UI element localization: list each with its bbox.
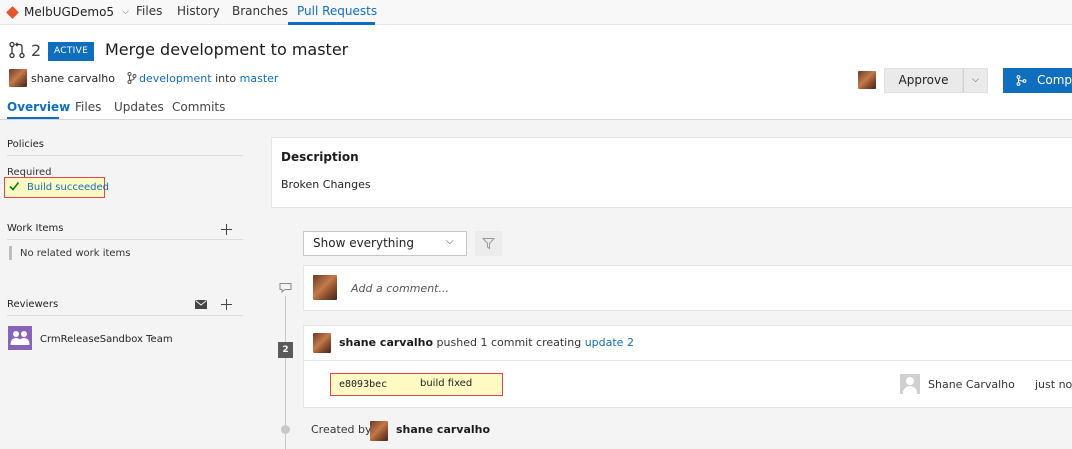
check-icon <box>9 182 19 191</box>
divider <box>7 315 243 316</box>
description-body: Broken Changes <box>281 178 371 191</box>
reviewer-team-name[interactable]: CrmReleaseSandbox Team <box>40 334 173 345</box>
tab-overview[interactable]: Overview <box>7 100 70 114</box>
approve-button[interactable]: Approve <box>884 68 963 93</box>
status-badge: ACTIVE <box>48 42 95 61</box>
approve-options-button[interactable]: ⌵ <box>963 68 988 93</box>
tab-commits[interactable]: Commits <box>172 100 225 114</box>
empty-indicator <box>9 246 12 260</box>
divider <box>7 155 243 156</box>
team-icon <box>8 326 32 350</box>
committer-name: Shane Carvalho <box>928 378 1015 391</box>
update-link[interactable]: update 2 <box>585 336 634 349</box>
description-title: Description <box>281 150 359 164</box>
branch-line: development into master <box>139 72 278 85</box>
description-card <box>271 137 1072 208</box>
comment-input[interactable]: Add a comment... <box>351 282 449 295</box>
pull-request-icon <box>9 41 25 59</box>
funnel-icon <box>482 238 495 250</box>
complete-button[interactable]: Complete <box>1003 68 1072 93</box>
committer-avatar-icon <box>900 374 920 394</box>
page-title: Merge development to master <box>105 40 349 59</box>
commit-time: just now <box>1035 378 1072 391</box>
divider <box>7 239 243 240</box>
tab-files[interactable]: Files <box>75 100 101 114</box>
target-branch-link[interactable]: master <box>240 72 279 85</box>
tab-updates[interactable]: Updates <box>114 100 164 114</box>
update-number-badge: 2 <box>278 342 293 358</box>
add-reviewer-icon[interactable] <box>221 299 232 310</box>
repo-name: MelbUGDemo5 <box>24 5 115 19</box>
comment-icon <box>279 283 292 293</box>
policies-title: Policies <box>7 139 44 150</box>
pr-number: 2 <box>31 41 42 60</box>
branch-icon <box>127 72 137 84</box>
push-text: pushed 1 commit creating <box>436 336 582 349</box>
commit-hash-link[interactable]: e8093bec <box>339 379 387 390</box>
chevron-down-icon: ⌵ <box>122 7 129 17</box>
current-user-avatar <box>313 275 337 300</box>
chevron-down-icon: ⌵ <box>446 236 454 247</box>
nav-item-branches[interactable]: Branches <box>232 4 288 18</box>
no-work-items-text: No related work items <box>20 248 131 259</box>
reviewer-avatar[interactable] <box>858 71 876 89</box>
nav-item-files[interactable]: Files <box>136 4 162 18</box>
nav-item-history[interactable]: History <box>177 4 220 18</box>
into-text: into <box>215 72 237 85</box>
repo-selector[interactable]: MelbUGDemo5 ⌵ <box>6 3 129 21</box>
nav-item-pull-requests[interactable]: Pull Requests <box>297 4 377 18</box>
push-author-avatar[interactable] <box>313 333 331 353</box>
add-work-item-icon[interactable] <box>221 224 232 235</box>
merge-icon <box>1016 75 1027 86</box>
build-status-link[interactable]: Build succeeded <box>27 182 109 193</box>
created-by-label: Created by <box>311 423 372 436</box>
creator-name[interactable]: shane carvalho <box>396 423 490 436</box>
timeline-dot <box>281 425 290 434</box>
work-items-title: Work Items <box>7 223 64 234</box>
git-icon <box>6 5 19 19</box>
push-author-name[interactable]: shane carvalho <box>339 336 433 349</box>
chevron-down-icon: ⌵ <box>972 75 979 85</box>
reviewers-title: Reviewers <box>7 299 59 310</box>
active-nav-indicator <box>288 22 375 25</box>
divider <box>304 360 1072 361</box>
author-name[interactable]: shane carvalho <box>31 72 115 85</box>
activity-filter-select[interactable]: Show everything <box>303 231 467 256</box>
mail-icon[interactable] <box>195 300 207 309</box>
author-avatar[interactable] <box>9 69 27 87</box>
commit-message: build fixed <box>420 378 473 389</box>
top-nav: MelbUGDemo5 ⌵ Files History Branches Pul… <box>0 0 1072 25</box>
source-branch-link[interactable]: development <box>139 72 212 85</box>
creator-avatar[interactable] <box>370 421 388 441</box>
push-summary: shane carvalho pushed 1 commit creating … <box>339 336 634 349</box>
